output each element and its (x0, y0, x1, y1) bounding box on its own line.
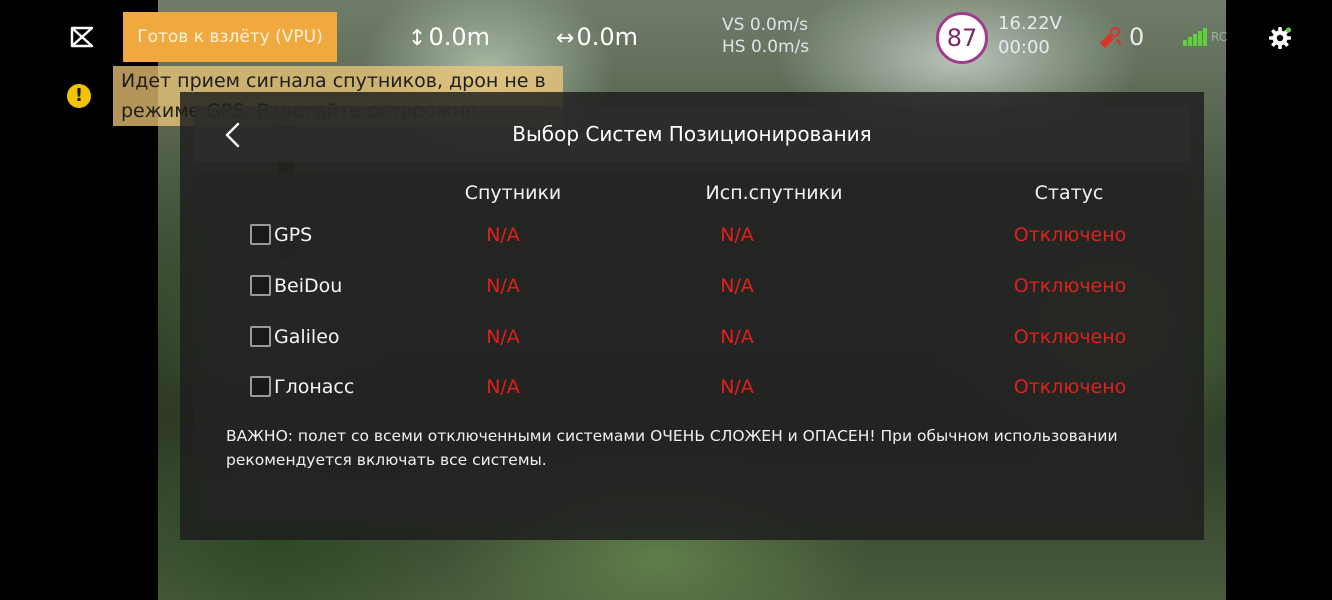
used-satellites-value: N/A (720, 224, 754, 246)
column-header-satellites: Спутники (464, 182, 562, 204)
distance-arrow-icon: ↔ (556, 26, 575, 51)
status-value: Отключено (1013, 275, 1127, 297)
remote-controller-icon (1100, 27, 1122, 48)
warning-icon: ! (67, 84, 91, 108)
positioning-systems-dialog: Выбор Систем Позиционирования Спутники И… (180, 92, 1204, 540)
altitude-arrow-icon: ↕ (408, 26, 427, 51)
column-header-status: Статус (1034, 182, 1104, 204)
dialog-header: Выбор Систем Позиционирования (194, 106, 1190, 162)
altitude-value: 0.0m (428, 23, 490, 51)
satellites-value: N/A (486, 376, 520, 398)
back-chevron-icon[interactable] (222, 122, 244, 148)
distance-readout: ↔0.0m (556, 20, 638, 54)
speed-readout: VS 0.0m/s HS 0.0m/s (722, 14, 809, 58)
system-row-galileo: Galileo N/A N/A Отключено (180, 322, 1204, 352)
status-value: Отключено (1013, 326, 1127, 348)
important-note: ВАЖНО: полет со всеми отключенными систе… (226, 427, 1118, 469)
system-name: GPS (274, 224, 313, 246)
flight-time: 00:00 (998, 37, 1050, 58)
system-name: BeiDou (274, 275, 343, 297)
beidou-checkbox[interactable] (250, 275, 271, 296)
battery-voltage: 16.22V (998, 13, 1062, 34)
dialog-title: Выбор Систем Позиционирования (512, 122, 872, 146)
system-name: Глонасс (274, 376, 355, 398)
used-satellites-value: N/A (720, 275, 754, 297)
used-satellites-value: N/A (720, 326, 754, 348)
gps-checkbox[interactable] (250, 224, 271, 245)
system-name: Galileo (274, 326, 340, 348)
app-logo-icon[interactable] (70, 26, 94, 48)
status-value: Отключено (1013, 376, 1127, 398)
galileo-checkbox[interactable] (250, 326, 271, 347)
flight-ready-status[interactable]: Готов к взлёту (VPU) (123, 12, 337, 62)
system-row-gps: GPS N/A N/A Отключено (180, 220, 1204, 250)
system-row-beidou: BeiDou N/A N/A Отключено (180, 271, 1204, 301)
vertical-speed: VS 0.0m/s (722, 15, 809, 35)
signal-strength-icon (1183, 28, 1209, 46)
distance-value: 0.0m (576, 23, 638, 51)
satellites-value: N/A (486, 275, 520, 297)
column-header-used-satellites: Исп.спутники (705, 182, 843, 204)
settings-gear-icon[interactable] (1268, 26, 1292, 50)
rc-value: 0 (1129, 23, 1145, 51)
battery-info: 16.22V 00:00 (998, 12, 1062, 60)
glonass-checkbox[interactable] (250, 376, 271, 397)
altitude-readout: ↕0.0m (408, 20, 490, 54)
system-row-glonass: Глонасс N/A N/A Отключено (180, 372, 1204, 402)
used-satellites-value: N/A (720, 376, 754, 398)
horizontal-speed: HS 0.0m/s (722, 37, 810, 57)
signal-label: RC (1211, 30, 1228, 44)
satellites-value: N/A (486, 224, 520, 246)
status-value: Отключено (1013, 224, 1127, 246)
satellites-value: N/A (486, 326, 520, 348)
battery-percent-badge[interactable]: 87 (936, 12, 988, 64)
